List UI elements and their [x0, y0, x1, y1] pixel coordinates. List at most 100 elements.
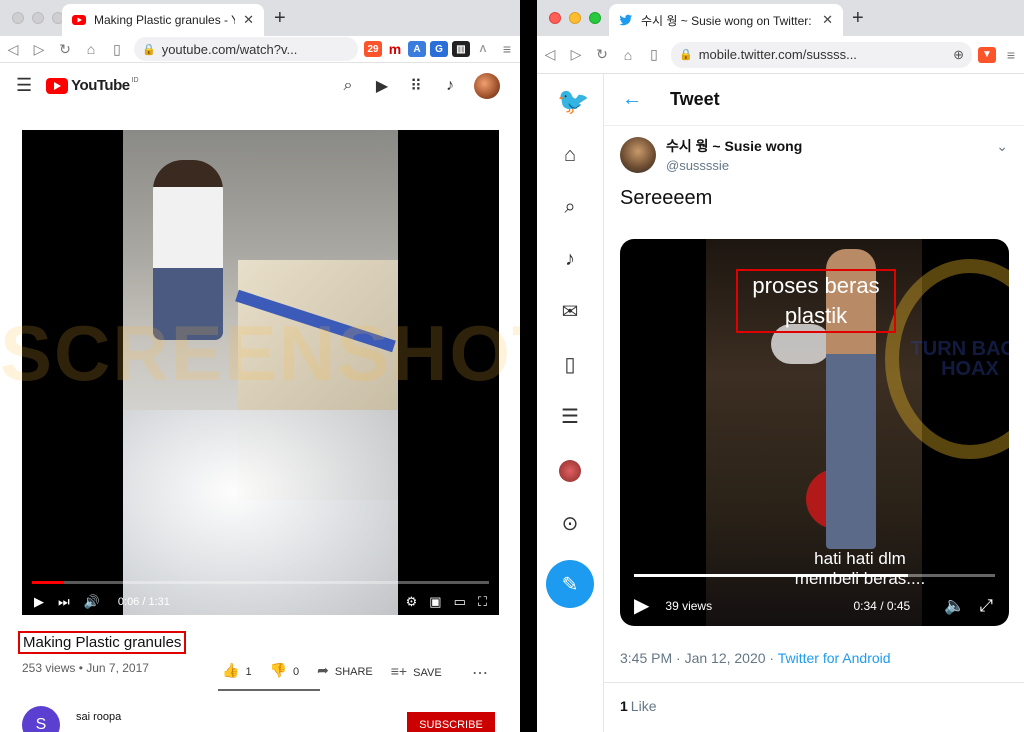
- lists-icon[interactable]: ☰: [557, 404, 583, 430]
- video-meta: 253 views • Jun 7, 2017: [22, 661, 149, 675]
- play-icon[interactable]: ▶: [634, 593, 649, 618]
- share-arrow-icon: ➦: [317, 662, 329, 678]
- archive-extension-icon[interactable]: ▥: [452, 41, 470, 57]
- minimize-window-button[interactable]: [569, 12, 581, 24]
- bookmark-icon[interactable]: ▯: [641, 46, 667, 63]
- tab-close-icon[interactable]: ✕: [243, 12, 254, 28]
- volume-icon[interactable]: 🔊: [84, 594, 100, 610]
- subscribe-button[interactable]: SUBSCRIBE: [407, 712, 495, 732]
- tweet-author[interactable]: 수시 웡 ~ Susie wong @sussssie: [620, 136, 802, 173]
- close-window-button[interactable]: [12, 12, 24, 24]
- likes-count: 1: [620, 698, 628, 714]
- video-time: 0:34 / 0:45: [853, 598, 911, 613]
- notifications-bell-icon[interactable]: ♪: [557, 246, 583, 272]
- extension-a-icon[interactable]: Λ: [474, 41, 492, 57]
- fullscreen-icon[interactable]: ⛶: [478, 594, 487, 610]
- home-icon[interactable]: ⌂: [615, 47, 641, 63]
- apps-grid-icon[interactable]: ⠿: [406, 76, 426, 96]
- new-tab-button[interactable]: +: [274, 8, 286, 28]
- chevron-down-icon[interactable]: ⌄: [996, 138, 1008, 155]
- minimize-window-button[interactable]: [32, 12, 44, 24]
- author-name[interactable]: 수시 웡 ~ Susie wong: [666, 136, 802, 156]
- settings-gear-icon[interactable]: ⚙: [406, 594, 418, 610]
- notifications-bell-icon[interactable]: ♪: [440, 77, 460, 95]
- tweet-video[interactable]: TURN BACK HOAX proses beras plastik hati…: [620, 239, 1009, 626]
- save-button[interactable]: ≡+ SAVE: [391, 663, 442, 679]
- explore-search-icon[interactable]: ⌕: [557, 194, 583, 220]
- menu-icon[interactable]: ≡: [998, 47, 1024, 63]
- tweet-video-progress-bar[interactable]: [634, 574, 995, 577]
- play-icon[interactable]: ▶: [34, 594, 44, 610]
- account-avatar[interactable]: [474, 73, 500, 99]
- hamburger-menu-icon[interactable]: ☰: [16, 75, 32, 96]
- address-bar[interactable]: 🔒 mobile.twitter.com/sussss... ⊕: [671, 41, 972, 68]
- youtube-logo[interactable]: YouTube ID: [46, 77, 139, 94]
- author-avatar[interactable]: [620, 136, 656, 173]
- video-title: Making Plastic granules: [18, 631, 187, 654]
- reload-icon[interactable]: ↻: [589, 46, 615, 63]
- create-video-icon[interactable]: ▶: [372, 76, 392, 96]
- add-bookmark-plus-icon[interactable]: ⊕: [953, 47, 964, 63]
- theater-mode-icon[interactable]: ▭: [454, 594, 466, 610]
- back-icon[interactable]: ◁: [537, 46, 563, 63]
- menu-icon[interactable]: ≡: [494, 41, 520, 57]
- home-icon[interactable]: ⌂: [78, 41, 104, 57]
- youtube-play-logo-icon: [46, 77, 69, 94]
- video-caption-bottom: hati hati dlm membeli beras....: [794, 549, 926, 588]
- tweet-video-controls: ▶ 39 views 0:34 / 0:45 🔈 ⤢: [634, 593, 993, 618]
- messages-mail-icon[interactable]: ✉: [557, 299, 583, 325]
- reload-icon[interactable]: ↻: [52, 41, 78, 58]
- video-progress-bar[interactable]: [32, 581, 489, 584]
- browser-toolbar: ◁ ▷ ↻ ⌂ ▯ 🔒 mobile.twitter.com/sussss...…: [537, 36, 1024, 74]
- like-button[interactable]: 👍 1: [222, 662, 252, 679]
- video-progress-fill: [32, 581, 64, 584]
- share-button[interactable]: ➦ SHARE: [317, 662, 373, 679]
- tab-twitter[interactable]: 수시 웡 ~ Susie wong on Twitter: "S ✕: [609, 4, 843, 36]
- compose-tweet-button[interactable]: ✎: [546, 560, 594, 608]
- zoom-window-button[interactable]: [589, 12, 601, 24]
- fullscreen-expand-icon[interactable]: ⤢: [979, 596, 993, 616]
- twitter-bird-logo-icon[interactable]: 🐦: [557, 88, 589, 114]
- channel-info[interactable]: S sai roopa: [22, 706, 121, 732]
- browser-toolbar: ◁ ▷ ↻ ⌂ ▯ 🔒 youtube.com/watch?v... 29 m …: [0, 36, 520, 63]
- address-bar[interactable]: 🔒 youtube.com/watch?v...: [134, 37, 358, 61]
- tweet-date[interactable]: 3:45 PM · Jan 12, 2020 ·: [620, 650, 778, 666]
- home-nav-icon[interactable]: ⌂: [557, 142, 583, 168]
- forward-icon[interactable]: ▷: [563, 46, 589, 63]
- video-plastic-pile: [123, 410, 398, 615]
- extension-m-icon[interactable]: m: [386, 41, 404, 57]
- more-circle-icon[interactable]: ⊙: [557, 511, 583, 537]
- brave-shields-icon[interactable]: ▼: [978, 46, 996, 63]
- tab-strip: Making Plastic granules - YouTube ✕ +: [0, 0, 520, 36]
- tweet-header-title: Tweet: [670, 89, 720, 109]
- new-tab-button[interactable]: +: [852, 8, 864, 28]
- search-icon[interactable]: ⌕: [338, 77, 358, 95]
- bookmarks-icon[interactable]: ▯: [557, 352, 583, 378]
- tweet-timestamp: 3:45 PM · Jan 12, 2020 · Twitter for And…: [620, 650, 891, 666]
- youtube-logo-text: YouTube: [71, 77, 130, 94]
- twitter-sidebar: 🐦 ⌂ ⌕ ♪ ✉ ▯ ☰ ⊙ ✎: [537, 74, 603, 732]
- tab-youtube[interactable]: Making Plastic granules - YouTube ✕: [62, 4, 264, 36]
- back-arrow-icon[interactable]: ←: [622, 88, 642, 111]
- channel-name[interactable]: sai roopa: [76, 711, 121, 723]
- miniplayer-icon[interactable]: ▣: [429, 594, 441, 610]
- likes-label: Like: [630, 698, 657, 714]
- brave-shields-icon[interactable]: 29: [364, 41, 382, 57]
- volume-icon[interactable]: 🔈: [944, 596, 965, 616]
- translate-extension-icon[interactable]: A: [408, 41, 426, 57]
- google-extension-icon[interactable]: G: [430, 41, 448, 57]
- bookmark-icon[interactable]: ▯: [104, 41, 130, 58]
- dislike-button[interactable]: 👎 0: [270, 662, 300, 679]
- tab-close-icon[interactable]: ✕: [822, 12, 833, 28]
- forward-icon[interactable]: ▷: [26, 41, 52, 58]
- tweet-likes[interactable]: 1 Like: [620, 698, 656, 714]
- close-window-button[interactable]: [549, 12, 561, 24]
- more-options-icon[interactable]: ⋯: [472, 663, 488, 683]
- channel-avatar[interactable]: S: [22, 706, 60, 732]
- video-player[interactable]: ▶ ⏭ 🔊 0:06 / 1:31 ⚙ ▣ ▭ ⛶: [22, 130, 499, 615]
- author-handle[interactable]: @sussssie: [666, 158, 802, 173]
- back-icon[interactable]: ◁: [0, 41, 26, 58]
- tweet-source-link[interactable]: Twitter for Android: [778, 650, 891, 666]
- profile-avatar[interactable]: [559, 460, 581, 482]
- next-icon[interactable]: ⏭: [58, 594, 70, 610]
